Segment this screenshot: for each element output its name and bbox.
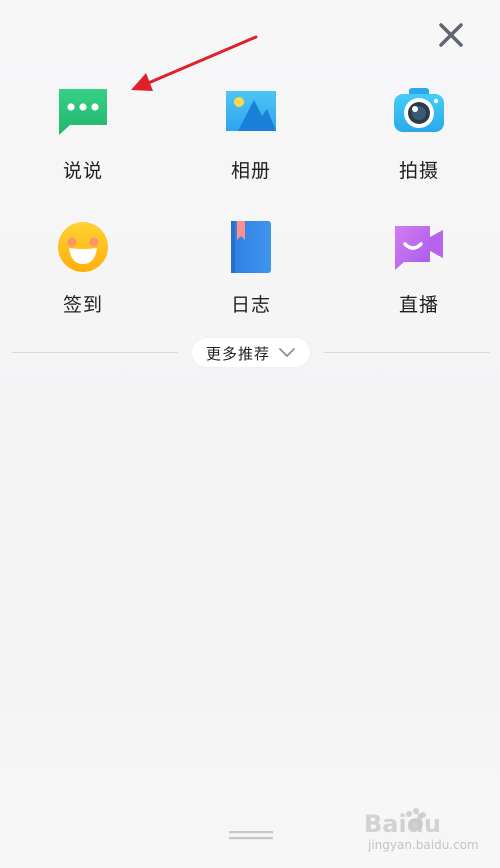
divider-right: [324, 352, 490, 353]
smiley-face-icon: [58, 222, 108, 272]
paw-icon: [406, 808, 426, 830]
more-recommendations-label: 更多推荐: [206, 345, 271, 363]
photo-album-icon: [226, 91, 276, 131]
shoot-button[interactable]: 拍摄: [359, 86, 479, 196]
journal-book-icon: [231, 221, 271, 273]
shuoshuo-label: 说说: [62, 160, 103, 182]
divider-left: [12, 352, 178, 353]
live-button[interactable]: 直播: [359, 220, 479, 330]
live-label: 直播: [398, 294, 439, 316]
chevron-down-icon: [279, 348, 295, 357]
checkin-label: 签到: [62, 294, 103, 316]
video-camera-icon: [395, 226, 443, 270]
close-icon: [439, 23, 463, 47]
shoot-label: 拍摄: [398, 160, 439, 182]
more-recommendations-button[interactable]: 更多推荐: [192, 338, 310, 367]
album-label: 相册: [230, 160, 271, 182]
speech-bubble-icon: [59, 89, 107, 135]
checkin-button[interactable]: 签到: [23, 220, 143, 330]
camera-icon: [394, 88, 444, 132]
watermark-url: jingyan.baidu.com: [368, 838, 479, 852]
journal-button[interactable]: 日志: [191, 220, 311, 330]
close-button[interactable]: [434, 18, 468, 52]
home-indicator[interactable]: [229, 831, 273, 841]
shuoshuo-button[interactable]: 说说: [23, 86, 143, 196]
album-button[interactable]: 相册: [191, 86, 311, 196]
journal-label: 日志: [230, 294, 271, 316]
watermark: Baidu jingyan.baidu.com: [364, 806, 484, 858]
